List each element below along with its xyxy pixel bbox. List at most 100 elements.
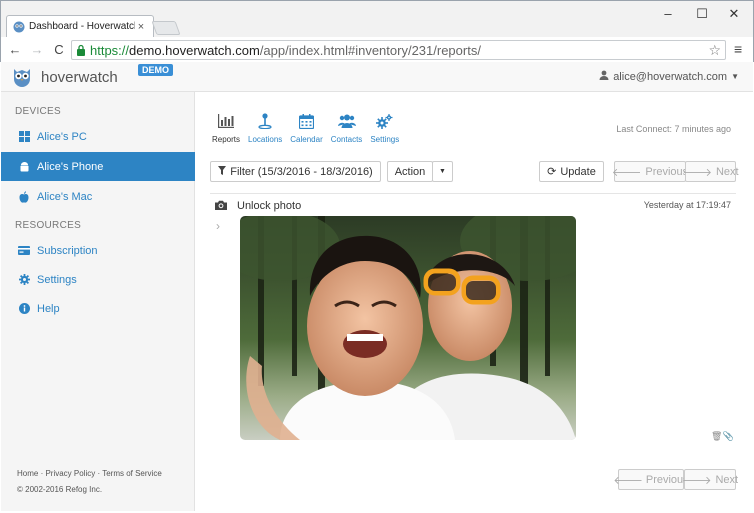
action-dropdown-button[interactable]: ▼: [432, 161, 453, 182]
owl-logo-icon[interactable]: [11, 65, 33, 87]
tab-label: Locations: [248, 135, 283, 144]
demo-badge: DEMO: [138, 64, 173, 76]
filter-icon: [218, 165, 227, 178]
unlock-photo[interactable]: [240, 216, 576, 440]
arrow-right-icon: 🡒: [681, 474, 712, 487]
chevron-right-icon[interactable]: ›: [216, 219, 220, 233]
tab-title: Dashboard - Hoverwatch: [29, 21, 135, 32]
previous-button[interactable]: 🡐 Previous: [611, 161, 688, 182]
info-icon: [17, 303, 31, 314]
update-button[interactable]: ⟳ Update: [539, 161, 604, 182]
gear-icon: [17, 274, 31, 285]
forward-arrow-icon[interactable]: →: [29, 42, 45, 58]
camera-icon: [215, 200, 227, 213]
reload-icon[interactable]: C: [51, 42, 67, 58]
tab-locations[interactable]: Locations: [248, 112, 282, 144]
user-menu[interactable]: alice@hoverwatch.com ▼: [599, 70, 739, 83]
sidebar: DEVICES Alice's PC Alice's Phone Alice's…: [1, 92, 195, 511]
footer-links[interactable]: Home · Privacy Policy · Terms of Service: [17, 469, 162, 478]
filter-label: Filter (15/3/2016 - 18/3/2016): [230, 165, 373, 178]
android-icon: [17, 161, 31, 173]
tab-contacts[interactable]: Contacts: [330, 112, 363, 144]
filter-button[interactable]: Filter (15/3/2016 - 18/3/2016): [210, 161, 381, 182]
sidebar-item-alices-pc[interactable]: Alice's PC: [1, 122, 195, 151]
url-scheme: https://: [90, 42, 130, 58]
user-email: alice@hoverwatch.com: [613, 70, 728, 83]
paperclip-icon[interactable]: 📎: [722, 431, 733, 441]
caret-down-icon: ▼: [731, 72, 739, 81]
bottom-previous-button[interactable]: 🡐 Previous: [613, 469, 689, 490]
trash-icon[interactable]: 🗑: [711, 431, 722, 441]
url-host: demo.hoverwatch.com: [129, 42, 260, 58]
sidebar-item-label: Subscription: [37, 244, 98, 257]
credit-card-icon: [17, 246, 31, 255]
arrow-left-icon: 🡐: [613, 474, 643, 487]
browser-toolbar: ← → C https://demo.hoverwatch.com/app/in…: [1, 37, 753, 63]
bottom-next-button[interactable]: 🡒 Next: [681, 469, 739, 490]
sidebar-item-label: Alice's Mac: [37, 190, 93, 203]
entry-title: Unlock photo: [237, 200, 302, 212]
lock-icon: [77, 44, 85, 56]
tab-label: Calendar: [290, 135, 323, 144]
sidebar-item-alices-phone[interactable]: Alice's Phone: [1, 152, 195, 181]
arrow-right-icon: 🡒: [682, 166, 712, 179]
apple-icon: [17, 190, 31, 203]
update-label: Update: [560, 165, 596, 178]
copyright: © 2002-2016 Refog Inc.: [17, 485, 103, 494]
arrow-left-icon: 🡐: [611, 166, 642, 179]
map-pin-icon: [258, 112, 272, 130]
sidebar-item-label: Alice's Phone: [37, 160, 104, 173]
browser-menu-icon[interactable]: ≡: [734, 41, 742, 57]
caret-down-icon: ▼: [439, 168, 446, 175]
url-path: /app/index.html#inventory/231/reports/: [259, 42, 481, 58]
main-content: Reports Locations Calendar Contacts Sett…: [196, 92, 753, 511]
next-label: Next: [715, 473, 739, 486]
browser-tab[interactable]: Dashboard - Hoverwatch ×: [6, 15, 154, 37]
tab-close-icon[interactable]: ×: [135, 21, 147, 33]
minimize-button[interactable]: –: [653, 5, 683, 23]
new-tab-button[interactable]: [151, 21, 181, 35]
next-label: Next: [715, 165, 739, 178]
entry-time: Yesterday at 17:19:47: [643, 200, 731, 210]
maximize-button[interactable]: ☐: [687, 5, 717, 23]
address-bar[interactable]: https://demo.hoverwatch.com/app/index.ht…: [71, 40, 726, 60]
resources-section-title: RESOURCES: [15, 220, 82, 231]
tab-label: Settings: [370, 135, 400, 144]
sidebar-item-label: Help: [37, 302, 60, 315]
tab-settings[interactable]: Settings: [370, 112, 399, 144]
sidebar-item-label: Alice's PC: [37, 130, 87, 143]
url-text: https://demo.hoverwatch.com/app/index.ht…: [90, 43, 481, 58]
device-nav: Reports Locations Calendar Contacts Sett…: [212, 112, 407, 144]
last-connect: Last Connect: 7 minutes ago: [616, 124, 731, 134]
user-icon: [599, 70, 609, 83]
sidebar-item-label: Settings: [37, 273, 77, 286]
gears-icon: [376, 112, 393, 130]
back-arrow-icon[interactable]: ←: [7, 42, 23, 58]
tab-strip: Dashboard - Hoverwatch × – ☐ ✕: [1, 1, 753, 37]
sidebar-item-help[interactable]: Help: [1, 294, 195, 323]
owl-favicon-icon: [13, 21, 25, 33]
windows-icon: [17, 131, 31, 142]
tab-label: Reports: [212, 135, 241, 144]
users-icon: [337, 112, 356, 130]
divider: [210, 193, 736, 194]
entry-actions: 🗑📎: [711, 431, 734, 442]
tab-reports[interactable]: Reports: [212, 112, 240, 144]
sidebar-item-subscription[interactable]: Subscription: [1, 236, 195, 265]
bookmark-star-icon[interactable]: ☆: [708, 42, 721, 59]
sidebar-item-settings[interactable]: Settings: [1, 265, 195, 294]
tab-calendar[interactable]: Calendar: [290, 112, 323, 144]
close-window-button[interactable]: ✕: [719, 5, 749, 23]
browser-chrome: Dashboard - Hoverwatch × – ☐ ✕ ← → C htt…: [0, 0, 754, 63]
tab-label: Contacts: [330, 135, 363, 144]
refresh-icon: ⟳: [547, 166, 557, 178]
devices-section-title: DEVICES: [15, 106, 62, 117]
bar-chart-icon: [218, 112, 234, 130]
app-header: hoverwatch DEMO alice@hoverwatch.com ▼: [1, 62, 753, 92]
action-button[interactable]: Action: [387, 161, 433, 182]
calendar-icon: [299, 112, 314, 130]
next-button[interactable]: 🡒 Next: [682, 161, 739, 182]
action-label: Action: [394, 165, 426, 178]
sidebar-item-alices-mac[interactable]: Alice's Mac: [1, 182, 195, 211]
brand-name[interactable]: hoverwatch: [41, 69, 118, 86]
